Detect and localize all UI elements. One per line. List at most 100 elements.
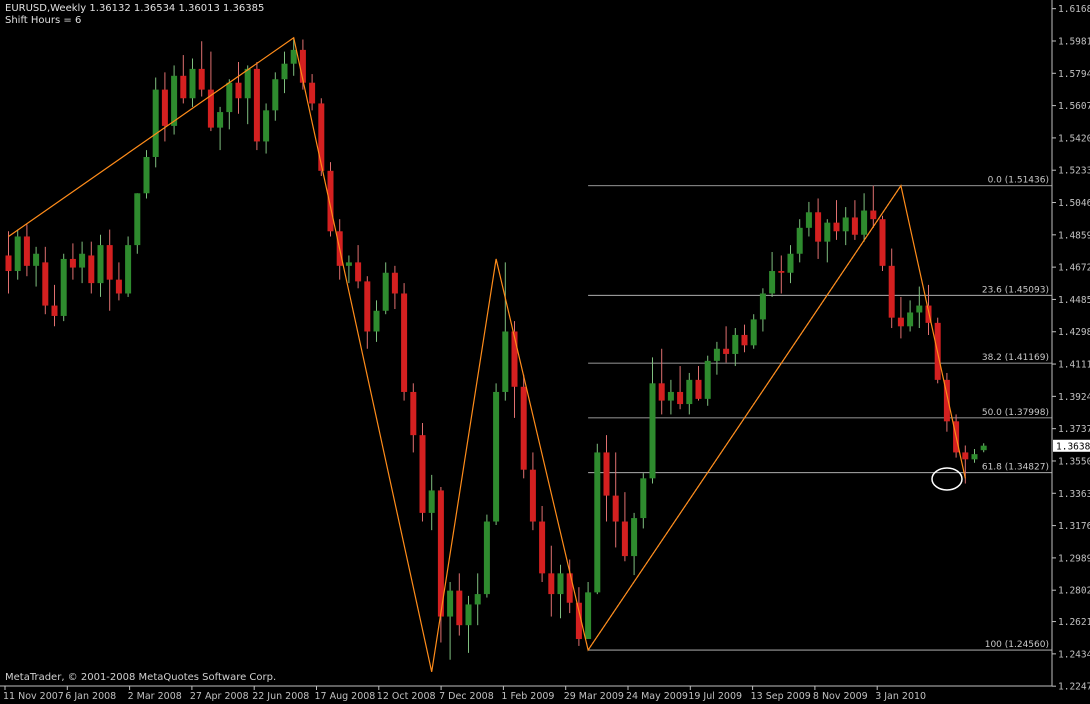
- candle-body: [134, 193, 141, 246]
- fib-level-label: 0.0 (1.51436): [988, 176, 1049, 186]
- fib-level-label: 100 (1.24560): [985, 640, 1049, 650]
- date-tick-label: 12 Oct 2008: [377, 691, 436, 702]
- candle-body: [713, 348, 720, 361]
- candle-body: [401, 293, 408, 392]
- candle-body: [594, 452, 601, 593]
- candle-body: [640, 478, 647, 519]
- date-tick-label: 22 Jun 2008: [252, 691, 309, 702]
- candle-body: [290, 49, 297, 64]
- candle-body: [5, 255, 12, 272]
- candle-body: [345, 262, 352, 266]
- date-tick-label: 24 May 2009: [626, 691, 688, 702]
- candle-body: [631, 518, 638, 557]
- date-tick-label: 7 Dec 2008: [439, 691, 494, 702]
- candle-body: [778, 271, 785, 273]
- candle-body: [281, 63, 288, 80]
- candle-body: [769, 271, 776, 294]
- candle-body: [566, 573, 573, 603]
- price-tick-label: 1.39245: [1058, 392, 1090, 403]
- candle-body: [851, 217, 858, 235]
- price-tick-label: 1.61685: [1058, 4, 1090, 15]
- candle-body: [732, 334, 739, 354]
- price-tick-label: 1.57945: [1058, 69, 1090, 80]
- date-tick-label: 13 Sep 2009: [751, 691, 811, 702]
- date-tick-label: 19 Jul 2009: [688, 691, 742, 702]
- candle-body: [557, 573, 564, 595]
- candle-body: [585, 592, 592, 640]
- price-tick-label: 1.50465: [1058, 198, 1090, 209]
- candle-body: [520, 386, 527, 470]
- price-tick-label: 1.29895: [1058, 553, 1090, 564]
- candle-body: [161, 89, 168, 126]
- price-tick-label: 1.28025: [1058, 586, 1090, 597]
- price-tick-label: 1.24340: [1058, 649, 1090, 660]
- candle-body: [483, 521, 490, 595]
- candle-body: [548, 573, 555, 595]
- candle-body: [125, 245, 132, 294]
- candle-body: [686, 379, 693, 405]
- candle-body: [253, 68, 260, 142]
- candle-body: [741, 334, 748, 346]
- candle-body: [364, 281, 371, 332]
- candle-body: [309, 82, 316, 104]
- candle-body: [226, 82, 233, 113]
- candle-body: [980, 445, 987, 451]
- candle-body: [805, 212, 812, 228]
- candle-body: [861, 210, 868, 235]
- candle-body: [677, 391, 684, 405]
- candle-body: [723, 348, 730, 354]
- candle-body: [493, 391, 500, 522]
- candle-body: [373, 310, 380, 332]
- candle-body: [842, 217, 849, 232]
- candle-body: [529, 469, 536, 522]
- candle-body: [888, 265, 895, 318]
- price-tick-label: 1.31765: [1058, 521, 1090, 532]
- candle-body: [704, 360, 711, 399]
- candle-body: [649, 383, 656, 479]
- price-chart[interactable]: 1.61685 1.59815 1.57945 1.56075 1.54205 1.523…: [0, 0, 1090, 704]
- candle-body: [382, 272, 389, 311]
- candle-body: [511, 331, 518, 387]
- current-price-label: 1.36385: [1056, 441, 1090, 452]
- candle-body: [189, 68, 196, 99]
- candle-body: [180, 75, 187, 99]
- copyright-label: MetaTrader, © 2001-2008 MetaQuotes Softw…: [5, 672, 277, 683]
- date-tick-label: 2 Mar 2008: [128, 691, 182, 702]
- candle-body: [870, 210, 877, 220]
- candle-body: [60, 258, 67, 316]
- date-tick-label: 11 Nov 2007: [3, 691, 64, 702]
- fib-level-label: 38.2 (1.41169): [982, 353, 1049, 363]
- price-tick-label: 1.48595: [1058, 230, 1090, 241]
- candle-body: [750, 319, 757, 346]
- candle-body: [106, 245, 113, 280]
- candle-body: [907, 312, 914, 327]
- date-tick-label: 27 Apr 2008: [190, 691, 249, 702]
- candle-body: [97, 245, 104, 284]
- highlight-circle: [931, 467, 963, 491]
- price-tick-label: 1.26210: [1058, 617, 1090, 628]
- candle-body: [759, 293, 766, 320]
- candle-body: [465, 604, 472, 626]
- candle-body: [51, 305, 58, 316]
- candle-body: [447, 590, 454, 617]
- candle-body: [217, 112, 224, 128]
- price-tick-label: 1.37375: [1058, 424, 1090, 435]
- fib-level-label: 50.0 (1.37998): [982, 408, 1049, 418]
- candle-body: [539, 521, 546, 574]
- price-tick-label: 1.59815: [1058, 36, 1090, 47]
- candle-body: [272, 79, 279, 111]
- candle-body: [79, 253, 86, 268]
- candle-body: [88, 255, 95, 284]
- candle-body: [815, 212, 822, 242]
- candle-body: [327, 170, 334, 232]
- candle-body: [318, 103, 325, 171]
- candle-body: [502, 331, 509, 392]
- candle-body: [152, 89, 159, 157]
- candle-body: [879, 219, 886, 266]
- candle-body: [916, 305, 923, 313]
- date-tick-label: 6 Jan 2008: [65, 691, 116, 702]
- price-tick-label: 1.33635: [1058, 489, 1090, 500]
- price-tick-label: 1.41115: [1058, 360, 1090, 371]
- candle-body: [42, 262, 49, 306]
- candle-body: [474, 594, 481, 605]
